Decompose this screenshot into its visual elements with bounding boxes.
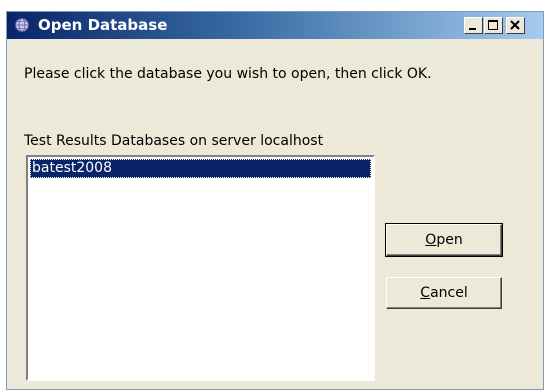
close-icon bbox=[510, 20, 520, 30]
open-database-dialog: Open Database Please click the database … bbox=[6, 11, 544, 390]
maximize-icon bbox=[488, 20, 498, 30]
minimize-button[interactable] bbox=[464, 17, 483, 34]
close-button[interactable] bbox=[506, 17, 525, 34]
cancel-button[interactable]: Cancel bbox=[386, 277, 502, 309]
instruction-text: Please click the database you wish to op… bbox=[24, 66, 432, 82]
minimize-icon bbox=[469, 28, 476, 30]
open-button[interactable]: Open bbox=[385, 223, 503, 257]
open-label-rest: pen bbox=[436, 232, 463, 248]
database-globe-icon bbox=[14, 17, 30, 33]
title-bar[interactable]: Open Database bbox=[7, 12, 543, 39]
list-item-selected[interactable]: batest2008 bbox=[30, 159, 371, 178]
maximize-button[interactable] bbox=[484, 17, 503, 34]
open-mnemonic: O bbox=[425, 232, 437, 248]
cancel-mnemonic: C bbox=[420, 285, 431, 301]
cancel-label-rest: ancel bbox=[430, 285, 468, 301]
database-listbox[interactable]: batest2008 bbox=[26, 155, 375, 381]
list-caption: Test Results Databases on server localho… bbox=[24, 133, 324, 149]
window-title: Open Database bbox=[38, 16, 168, 34]
